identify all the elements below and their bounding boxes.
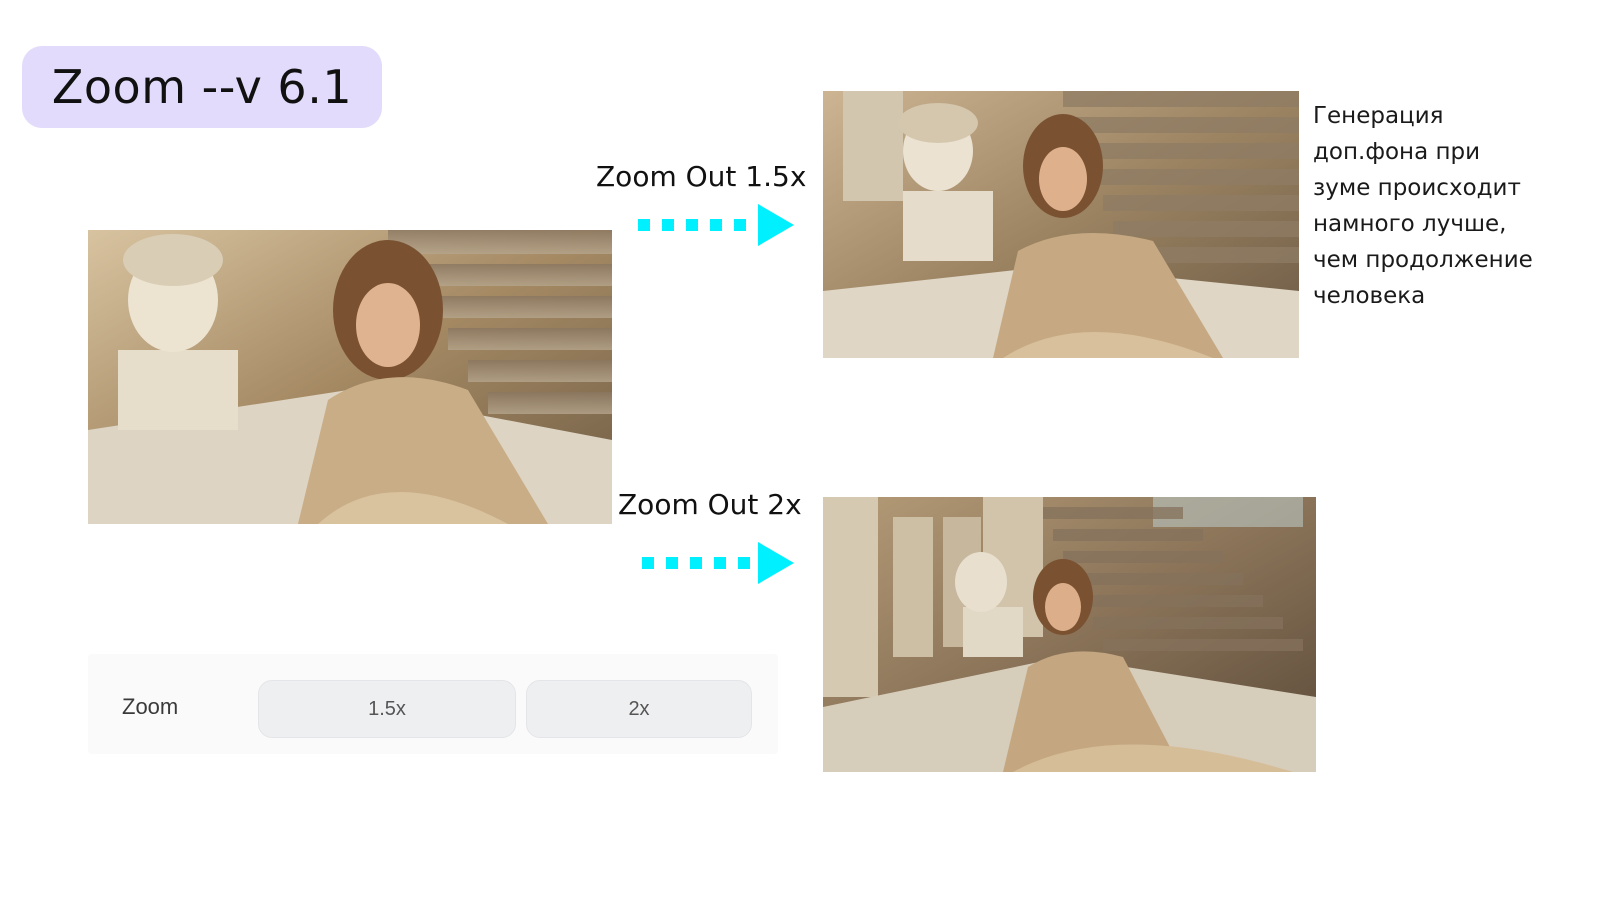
note-text: Генерация доп.фона при зуме происходит н… bbox=[1313, 103, 1533, 309]
zoom-2x-button[interactable]: 2x bbox=[526, 680, 752, 738]
zoom-out-15-label: Zoom Out 1.5x bbox=[596, 160, 807, 193]
zoom-out-15-photo bbox=[823, 91, 1299, 358]
title-badge: Zoom --v 6.1 bbox=[22, 46, 382, 128]
zoom-out-2-photo bbox=[823, 497, 1316, 772]
source-photo bbox=[88, 230, 612, 524]
zoom-15x-button[interactable]: 1.5x bbox=[258, 680, 516, 738]
page-title: Zoom --v 6.1 bbox=[51, 60, 353, 114]
zoom-out-2-illustration bbox=[823, 497, 1316, 772]
arrow-right-icon bbox=[638, 204, 794, 246]
zoom-control-panel: Zoom 1.5x 2x bbox=[88, 654, 778, 754]
arrow-right-icon bbox=[642, 542, 794, 584]
zoom-out-15-illustration bbox=[823, 91, 1299, 358]
zoom-control-label: Zoom bbox=[122, 694, 179, 719]
zoom-out-2-label: Zoom Out 2x bbox=[618, 488, 802, 521]
source-photo-illustration bbox=[88, 230, 612, 524]
